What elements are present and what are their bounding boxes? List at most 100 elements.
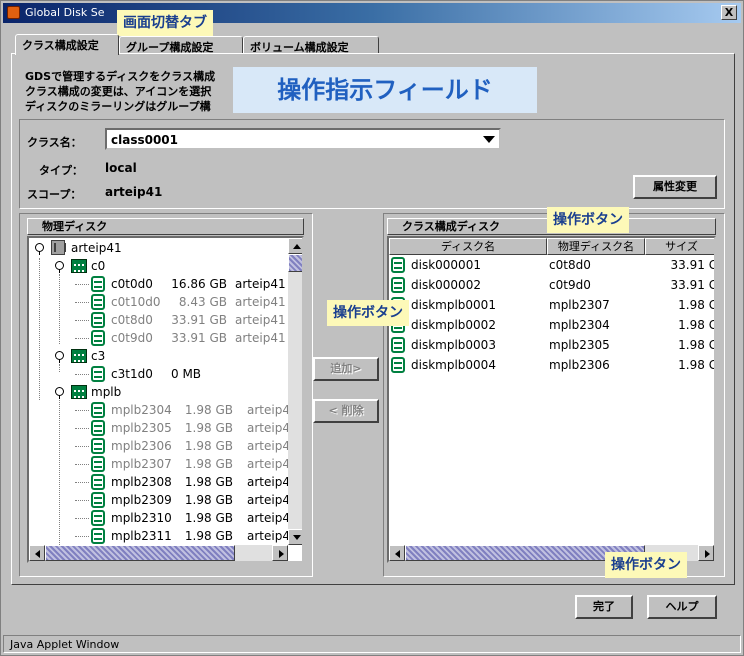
disk-owner: arteip41	[235, 295, 286, 309]
tree-disk-row[interactable]: mplb2309 1.98 GB arteip41	[29, 491, 302, 509]
scroll-up-button[interactable]	[288, 238, 302, 254]
disk-name-cell: diskmplb0001	[411, 298, 496, 312]
tree-disk-row[interactable]: c0t9d0 33.91 GB arteip41	[29, 329, 302, 347]
callout-op-button-top: 操作ボタン	[547, 207, 629, 233]
size-cell: 1.98 G	[678, 298, 716, 312]
tab-volume-config[interactable]: ボリューム構成設定	[243, 36, 379, 54]
expand-knob-icon[interactable]	[55, 387, 64, 399]
disk-name-cell: diskmplb0002	[411, 318, 496, 332]
disk-name: mplb2309	[111, 493, 172, 507]
disk-size: 1.98 GB	[184, 457, 233, 471]
arrow-left-icon	[395, 550, 400, 558]
tree-disk-row[interactable]: c3t1d0 0 MB	[29, 365, 302, 383]
tree-disk-row[interactable]: mplb2310 1.98 GB arteip41	[29, 509, 302, 527]
scroll-right-button[interactable]	[272, 545, 288, 561]
disk-icon	[91, 474, 105, 490]
tree-connector	[75, 500, 89, 501]
expand-knob-icon[interactable]	[55, 261, 64, 273]
disk-icon	[91, 456, 105, 472]
disk-name: mplb2307	[111, 457, 172, 471]
size-cell: 1.98 G	[678, 318, 716, 332]
disk-size: 16.86 GB	[171, 277, 227, 291]
tree-vertical-scrollbar[interactable]	[288, 238, 302, 545]
disk-size: 1.98 GB	[184, 475, 233, 489]
class-name-value: class0001	[111, 133, 179, 147]
disk-name: c3t1d0	[111, 367, 153, 381]
instruction-line-2: クラス構成の変更は、アイコンを選択	[25, 85, 212, 98]
callout-op-button-bottom: 操作ボタン	[605, 552, 687, 578]
scroll-right-button[interactable]	[698, 545, 714, 561]
tree-connector	[75, 464, 89, 465]
tab-class-config[interactable]: クラス構成設定	[15, 34, 119, 55]
disk-size: 1.98 GB	[184, 439, 233, 453]
tree-connector	[75, 428, 89, 429]
table-row[interactable]: disk000001 c0t8d0 33.91 G	[389, 255, 714, 275]
table-row[interactable]: diskmplb0003 mplb2305 1.98 G	[389, 335, 714, 355]
class-disk-table[interactable]: ディスク名 物理ディスク名 サイズ disk000001 c0t8d0 33.9…	[387, 236, 716, 563]
disk-size: 1.98 GB	[184, 403, 233, 417]
tab-group-config[interactable]: グループ構成設定	[119, 36, 243, 54]
column-header-physical-disk[interactable]: 物理ディスク名	[547, 238, 645, 255]
type-value: local	[105, 161, 137, 175]
scope-value: arteip41	[105, 185, 163, 199]
table-row[interactable]: disk000002 c0t9d0 33.91 G	[389, 275, 716, 295]
host-name: arteip41	[71, 241, 122, 255]
table-row[interactable]: diskmplb0002 mplb2304 1.98 G	[389, 315, 716, 335]
physical-disk-cell: c0t9d0	[549, 278, 591, 292]
tree-disk-row[interactable]: c0t8d0 33.91 GB arteip41	[29, 311, 302, 329]
table-row[interactable]: diskmplb0004 mplb2306 1.98 G	[389, 355, 714, 375]
tree-disk-row[interactable]: mplb2305 1.98 GB arteip41	[29, 419, 302, 437]
disk-icon	[91, 438, 105, 454]
tree-connector	[75, 374, 89, 375]
physical-disk-tree[interactable]: arteip41 c0 c0t0d0 16.86 GB arteip41 c0t…	[27, 236, 304, 563]
class-name-label: クラス名：	[27, 136, 82, 149]
horizontal-scroll-thumb[interactable]	[45, 545, 235, 561]
arrow-down-icon	[293, 535, 301, 540]
expand-knob-icon[interactable]	[55, 351, 64, 363]
tree-disk-row[interactable]: mplb2307 1.98 GB arteip41	[29, 455, 302, 473]
tree-controller-mplb[interactable]: mplb	[29, 383, 289, 401]
tree-disk-row[interactable]: mplb2311 1.98 GB arteip41	[29, 527, 302, 545]
done-button[interactable]: 完了	[575, 595, 633, 619]
help-button[interactable]: ヘルプ	[647, 595, 717, 619]
instruction-field: GDSで管理するディスクをクラス構成 クラス構成の変更は、アイコンを選択 ディス…	[25, 69, 235, 114]
tree-disk-row[interactable]: mplb2308 1.98 GB arteip41	[29, 473, 302, 491]
expand-knob-icon[interactable]	[35, 243, 44, 255]
tree-host-row[interactable]: arteip41	[29, 239, 289, 257]
scroll-left-button[interactable]	[29, 545, 45, 561]
scroll-left-button[interactable]	[389, 545, 405, 561]
size-cell: 33.91 G	[670, 278, 716, 292]
disk-icon	[91, 366, 105, 382]
disk-size: 33.91 GB	[171, 331, 227, 345]
tree-disk-row[interactable]: c0t10d0 8.43 GB arteip41	[29, 293, 302, 311]
close-button[interactable]: X	[721, 5, 737, 20]
column-header-disk-name[interactable]: ディスク名	[389, 238, 547, 255]
table-row[interactable]: diskmplb0001 mplb2307 1.98 G	[389, 295, 716, 315]
vertical-scroll-thumb[interactable]	[288, 254, 302, 272]
arrow-up-icon	[293, 244, 301, 249]
tree-horizontal-scrollbar[interactable]	[29, 545, 288, 561]
remove-button[interactable]: < 削除	[313, 399, 379, 423]
tree-disk-row[interactable]: mplb2306 1.98 GB arteip41	[29, 437, 302, 455]
attribute-change-button[interactable]: 属性変更	[633, 175, 717, 199]
class-name-select[interactable]: class0001	[105, 128, 501, 150]
disk-icon	[391, 357, 405, 373]
add-button[interactable]: 追加>	[313, 357, 379, 381]
tree-connector	[75, 446, 89, 447]
tree-controller-c0[interactable]: c0	[29, 257, 289, 275]
physical-disk-cell: mplb2304	[549, 318, 610, 332]
disk-size: 8.43 GB	[178, 295, 227, 309]
tree-connector	[75, 518, 89, 519]
tree-disk-row[interactable]: c0t0d0 16.86 GB arteip41	[29, 275, 302, 293]
disk-size: 1.98 GB	[184, 529, 233, 543]
scroll-down-button[interactable]	[288, 529, 302, 545]
tree-disk-row[interactable]: mplb2304 1.98 GB arteip41	[29, 401, 302, 419]
disk-name-cell: diskmplb0003	[411, 338, 496, 352]
tree-controller-c3[interactable]: c3	[29, 347, 289, 365]
physical-disk-cell: mplb2306	[549, 358, 610, 372]
controller-icon	[71, 349, 87, 363]
arrow-right-icon	[279, 550, 284, 558]
column-header-size[interactable]: サイズ	[645, 238, 714, 255]
disk-name: c0t9d0	[111, 331, 153, 345]
callout-instruction-field: 操作指示フィールド	[233, 67, 537, 113]
